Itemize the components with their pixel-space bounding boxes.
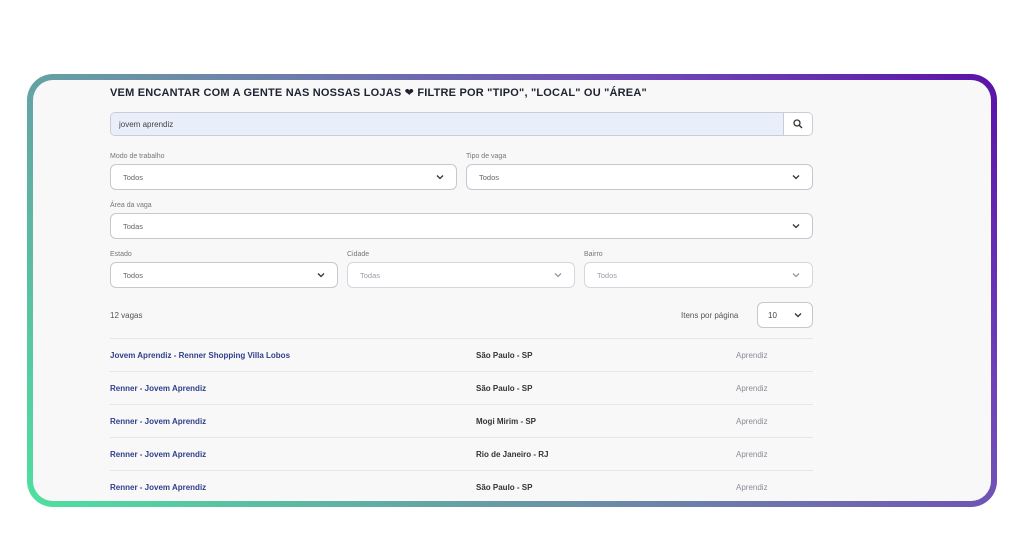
job-title-link[interactable]: Renner - Jovem Aprendiz [110, 450, 476, 459]
job-row: Renner - Jovem Aprendiz Mogi Mirim - SP … [110, 404, 813, 437]
careers-panel: VEM ENCANTAR COM A GENTE NAS NOSSAS LOJA… [33, 80, 991, 501]
modo-trabalho-value: Todos [123, 172, 144, 182]
job-location: São Paulo - SP [476, 350, 533, 360]
job-location: Mogi Mirim - SP [476, 416, 536, 426]
bairro-select[interactable]: Todos [584, 262, 813, 288]
chevron-down-icon [792, 273, 800, 278]
job-title-link[interactable]: Renner - Jovem Aprendiz [110, 384, 476, 393]
job-type: Aprendiz [736, 416, 768, 426]
modo-trabalho-select[interactable]: Todos [110, 164, 457, 190]
job-title-link[interactable]: Jovem Aprendiz - Renner Shopping Villa L… [110, 351, 476, 360]
search-bar [110, 112, 813, 136]
chevron-down-icon [317, 273, 325, 278]
search-input[interactable] [111, 113, 783, 135]
job-type: Aprendiz [736, 449, 768, 459]
job-title-link[interactable]: Renner - Jovem Aprendiz [110, 417, 476, 426]
per-page-value: 10 [768, 310, 777, 320]
per-page-label: Itens por página [681, 311, 739, 320]
chevron-down-icon [554, 273, 562, 278]
job-row: Renner - Jovem Aprendiz Rio de Janeiro -… [110, 437, 813, 470]
estado-label: Estado [110, 251, 132, 258]
job-location: São Paulo - SP [476, 482, 533, 492]
job-row: Renner - Jovem Aprendiz São Paulo - SP A… [110, 470, 813, 501]
job-title-link[interactable]: Renner - Jovem Aprendiz [110, 483, 476, 492]
area-vaga-value: Todas [123, 221, 144, 231]
cidade-label: Cidade [347, 251, 370, 258]
chevron-down-icon [436, 175, 444, 180]
area-vaga-select[interactable]: Todas [110, 213, 813, 239]
cidade-select[interactable]: Todas [347, 262, 575, 288]
job-location: Rio de Janeiro - RJ [476, 449, 549, 459]
page-title: VEM ENCANTAR COM A GENTE NAS NOSSAS LOJA… [110, 87, 647, 99]
cidade-value: Todas [360, 270, 381, 280]
estado-value: Todos [123, 270, 144, 280]
chevron-down-icon [792, 224, 800, 229]
per-page-select[interactable]: 10 [757, 302, 813, 328]
job-type: Aprendiz [736, 482, 768, 492]
job-row: Renner - Jovem Aprendiz São Paulo - SP A… [110, 371, 813, 404]
bairro-value: Todos [597, 270, 618, 280]
tipo-vaga-label: Tipo de vaga [466, 153, 507, 160]
search-icon [793, 119, 803, 129]
chevron-down-icon [794, 313, 802, 318]
results-count: 12 vagas [110, 311, 143, 320]
job-location: São Paulo - SP [476, 383, 533, 393]
tipo-vaga-select[interactable]: Todos [466, 164, 813, 190]
estado-select[interactable]: Todos [110, 262, 338, 288]
area-vaga-label: Área da vaga [110, 202, 152, 209]
tipo-vaga-value: Todos [479, 172, 500, 182]
job-type: Aprendiz [736, 383, 768, 393]
modo-trabalho-label: Modo de trabalho [110, 153, 165, 160]
job-row: Jovem Aprendiz - Renner Shopping Villa L… [110, 338, 813, 371]
job-type: Aprendiz [736, 350, 768, 360]
search-button[interactable] [783, 113, 812, 135]
chevron-down-icon [792, 175, 800, 180]
gradient-frame: VEM ENCANTAR COM A GENTE NAS NOSSAS LOJA… [27, 74, 997, 507]
bairro-label: Bairro [584, 251, 603, 258]
heart-icon: ❤ [404, 87, 415, 99]
